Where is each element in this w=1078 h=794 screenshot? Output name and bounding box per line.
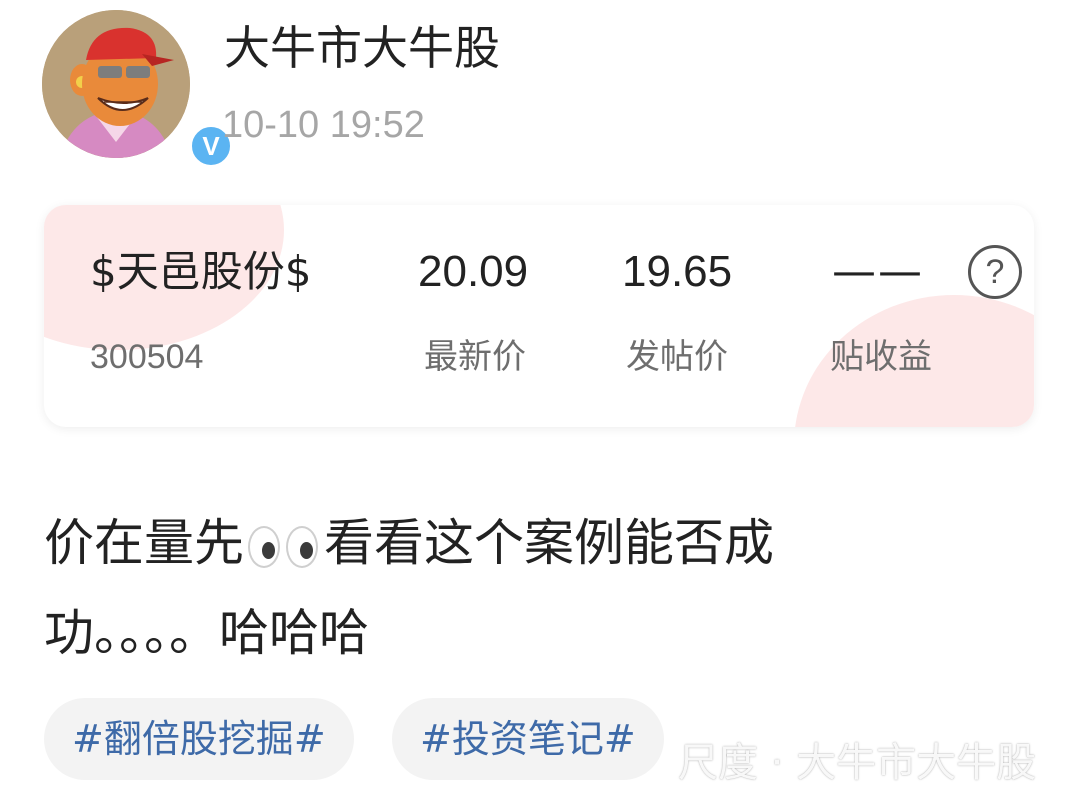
latest-price-label: 最新价 (424, 337, 526, 377)
author-name[interactable]: 大牛市大牛股 (224, 18, 500, 78)
stock-name[interactable]: $天邑股份$ (90, 245, 311, 299)
stock-card[interactable]: $天邑股份$ 300504 20.09 最新价 19.65 发帖价 —— 贴收益… (44, 205, 1034, 427)
post-return-label: 贴收益 (830, 337, 932, 377)
topic-tag[interactable]: #投资笔记# (392, 698, 664, 780)
post-price-value: 19.65 (622, 247, 733, 296)
author-avatar[interactable]: V (42, 10, 234, 169)
post-return-value: —— (832, 246, 924, 297)
avatar-image (42, 10, 190, 158)
topic-tag[interactable]: #翻倍股挖掘# (44, 698, 354, 780)
eyes-emoji-icon (246, 522, 322, 572)
post-timestamp: 10-10 19:52 (222, 104, 425, 146)
post-content: 价在量先 看看这个案例能否成功。。。。哈哈哈 (44, 498, 924, 678)
post-text-part-1: 价在量先 (44, 514, 244, 572)
stock-code: 300504 (90, 338, 204, 376)
watermark: 尺度 · 大牛市大牛股 (678, 740, 1037, 786)
post-price-label: 发帖价 (626, 337, 728, 377)
help-question-icon[interactable]: ? (968, 245, 1022, 299)
latest-price-value: 20.09 (418, 247, 529, 296)
